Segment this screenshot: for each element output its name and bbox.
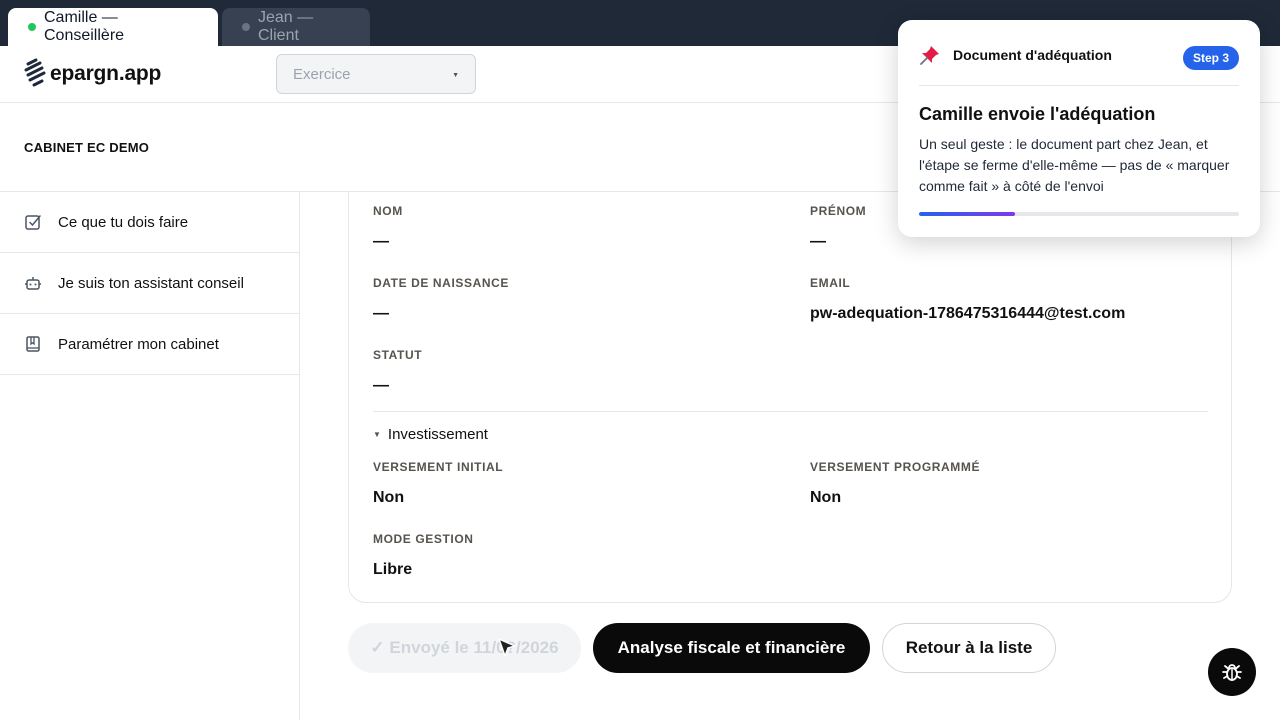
sidebar-item-todo[interactable]: Ce que tu dois faire: [0, 192, 299, 253]
sidebar-item-label: Paramétrer mon cabinet: [58, 335, 219, 353]
main-content: NOM — PRÉNOM — DATE DE NAISSANCE — EMAIL…: [300, 192, 1280, 720]
tab-jean[interactable]: Jean — Client: [222, 8, 370, 46]
tab-label: Jean — Client: [258, 9, 314, 44]
exercise-placeholder: Exercice: [293, 65, 351, 83]
tour-body: Un seul geste : le document part chez Je…: [919, 136, 1230, 194]
section-divider: [373, 411, 1208, 412]
nom-label: NOM: [373, 204, 403, 218]
tour-header: Document d'adéquation: [919, 44, 1112, 66]
cabinet-name: CABINET EC DEMO: [24, 140, 150, 155]
client-details-card: NOM — PRÉNOM — DATE DE NAISSANCE — EMAIL…: [348, 192, 1232, 603]
online-status-dot: [28, 23, 36, 31]
investissement-section-label: Investissement: [387, 426, 488, 443]
pushpin-icon: [920, 46, 939, 65]
statut-value: —: [373, 377, 389, 394]
prenom-label: PRÉNOM: [810, 204, 867, 218]
step-badge: Step 3: [1182, 46, 1239, 70]
back-to-list-button[interactable]: Retour à la liste: [882, 623, 1056, 673]
versement-initial-value: Non: [373, 489, 405, 506]
statut-label: STATUT: [373, 348, 423, 362]
email-value: pw-adequation-1786475316444@test.com: [810, 305, 1126, 322]
checkbox-icon: [24, 213, 42, 231]
email-label: EMAIL: [810, 276, 851, 290]
bug-icon: [1222, 664, 1242, 681]
tour-doc-title: Document d'adéquation: [953, 47, 1112, 63]
investissement-toggle[interactable]: ▼ Investissement: [373, 426, 488, 443]
mode-gestion-value: Libre: [373, 561, 413, 578]
logo-icon: [24, 58, 46, 87]
tour-title: Camille envoie l'adéquation: [919, 104, 1156, 124]
versement-programme-label: VERSEMENT PROGRAMMÉ: [810, 460, 981, 474]
tab-camille[interactable]: Camille — Conseillère: [8, 8, 218, 46]
sent-status-button: ✓ Envoyé le 11/0?/2026: [348, 623, 581, 673]
sidebar-item-label: Je suis ton assistant conseil: [58, 274, 244, 292]
sidebar: Ce que tu dois faire Je suis ton assista…: [0, 192, 300, 720]
app-logo[interactable]: epargn.app: [24, 58, 161, 90]
chevron-down-icon: ▼: [373, 430, 381, 439]
book-icon: [24, 335, 42, 353]
logo-text: epargn.app: [50, 62, 162, 85]
tour-popover: Document d'adéquation Step 3 Camille env…: [898, 20, 1260, 237]
date-naissance-label: DATE DE NAISSANCE: [373, 276, 509, 290]
mode-gestion-label: MODE GESTION: [373, 532, 474, 546]
sidebar-item-label: Ce que tu dois faire: [58, 213, 189, 231]
chevron-down-icon: ▼: [452, 72, 459, 79]
sidebar-item-assistant[interactable]: Je suis ton assistant conseil: [0, 253, 299, 314]
nom-value: —: [373, 233, 389, 250]
tab-label: Camille — Conseillère: [44, 9, 125, 44]
date-naissance-value: —: [373, 305, 389, 322]
mouse-cursor-icon: [498, 638, 516, 657]
analyse-button[interactable]: Analyse fiscale et financière: [593, 623, 870, 673]
versement-programme-value: Non: [810, 489, 842, 506]
versement-initial-label: VERSEMENT INITIAL: [373, 460, 504, 474]
bug-report-button[interactable]: [1208, 648, 1256, 696]
tour-divider: [919, 85, 1239, 86]
prenom-value: —: [810, 233, 826, 250]
robot-icon: [24, 274, 42, 292]
tour-progress-fill: [919, 212, 1015, 216]
tour-progress-bar: [919, 212, 1239, 216]
offline-status-dot: [242, 23, 250, 31]
sidebar-item-settings[interactable]: Paramétrer mon cabinet: [0, 314, 299, 375]
exercise-select[interactable]: Exercice ▼: [276, 54, 476, 94]
